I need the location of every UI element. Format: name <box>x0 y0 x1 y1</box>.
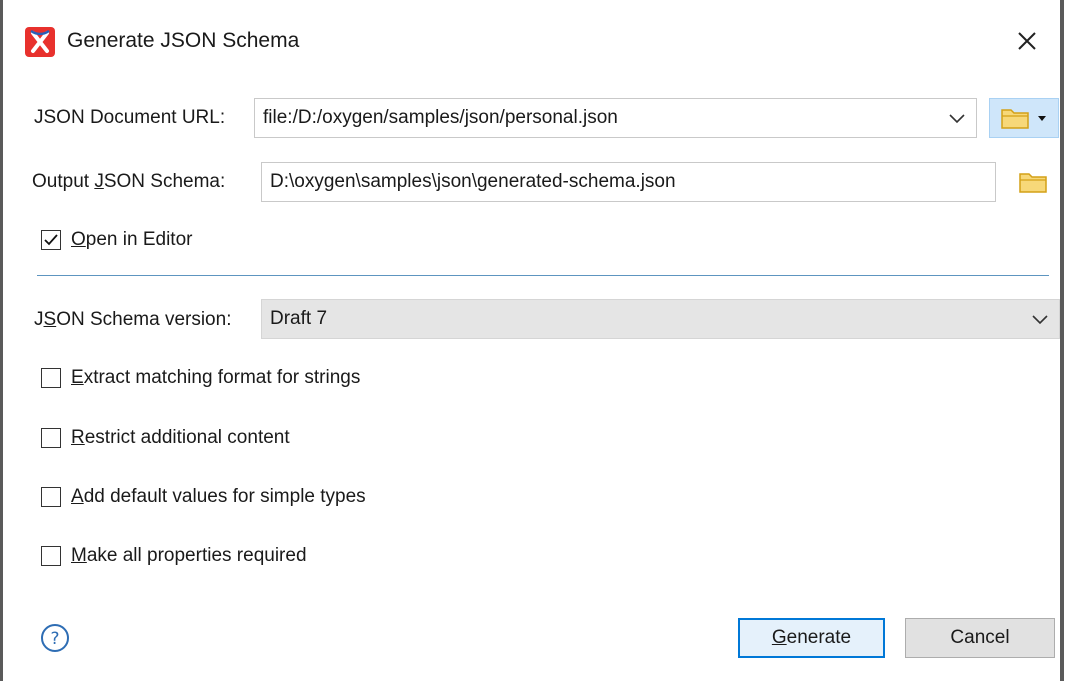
generate-button[interactable]: Generate <box>738 618 885 658</box>
chevron-down-icon[interactable] <box>1031 313 1049 325</box>
output-schema-value: D:\oxygen\samples\json\generated-schema.… <box>270 171 676 192</box>
required-properties-label: Make all properties required <box>71 545 307 566</box>
generate-json-schema-dialog: Generate JSON Schema JSON Document URL: … <box>0 0 1064 681</box>
schema-version-label: JSON Schema version: <box>34 309 232 330</box>
cancel-button[interactable]: Cancel <box>905 618 1055 658</box>
schema-version-select[interactable]: Draft 7 <box>261 299 1060 339</box>
generate-label: Generate <box>771 627 852 648</box>
restrict-content-label: Restrict additional content <box>71 427 290 448</box>
close-button[interactable] <box>1010 24 1044 58</box>
schema-version-value: Draft 7 <box>270 308 328 329</box>
chevron-down-icon[interactable] <box>948 112 966 124</box>
browse-output-button[interactable] <box>1013 164 1053 200</box>
extract-format-option[interactable]: Extract matching format for strings <box>41 367 360 389</box>
checkmark-icon <box>44 234 58 246</box>
caret-down-icon[interactable] <box>1036 113 1048 123</box>
browse-url-button[interactable] <box>989 98 1059 138</box>
section-separator <box>37 275 1049 276</box>
dialog-title: Generate JSON Schema <box>67 29 300 52</box>
open-in-editor-checkbox[interactable] <box>41 230 61 250</box>
restrict-content-checkbox[interactable] <box>41 428 61 448</box>
json-url-combo[interactable]: file:/D:/oxygen/samples/json/personal.js… <box>254 98 977 138</box>
close-icon <box>1018 32 1036 50</box>
required-properties-checkbox[interactable] <box>41 546 61 566</box>
open-in-editor-label: Open in Editor <box>71 229 193 250</box>
extract-format-label: Extract matching format for strings <box>71 367 361 388</box>
folder-icon <box>1019 173 1047 193</box>
svg-text:?: ? <box>50 629 59 649</box>
oxygen-x-icon <box>25 27 55 57</box>
output-schema-label: Output JSON Schema: <box>32 171 226 192</box>
default-values-checkbox[interactable] <box>41 487 61 507</box>
folder-icon <box>1001 109 1029 129</box>
restrict-content-option[interactable]: Restrict additional content <box>41 427 290 449</box>
json-url-value: file:/D:/oxygen/samples/json/personal.js… <box>263 107 618 128</box>
title-bar: Generate JSON Schema <box>3 0 1060 85</box>
help-icon[interactable]: ? <box>40 623 70 653</box>
default-values-option[interactable]: Add default values for simple types <box>41 486 366 508</box>
open-in-editor-option[interactable]: Open in Editor <box>41 229 192 251</box>
extract-format-checkbox[interactable] <box>41 368 61 388</box>
default-values-label: Add default values for simple types <box>71 486 366 507</box>
json-url-label: JSON Document URL: <box>34 107 226 128</box>
output-schema-field[interactable]: D:\oxygen\samples\json\generated-schema.… <box>261 162 996 202</box>
required-properties-option[interactable]: Make all properties required <box>41 545 307 567</box>
